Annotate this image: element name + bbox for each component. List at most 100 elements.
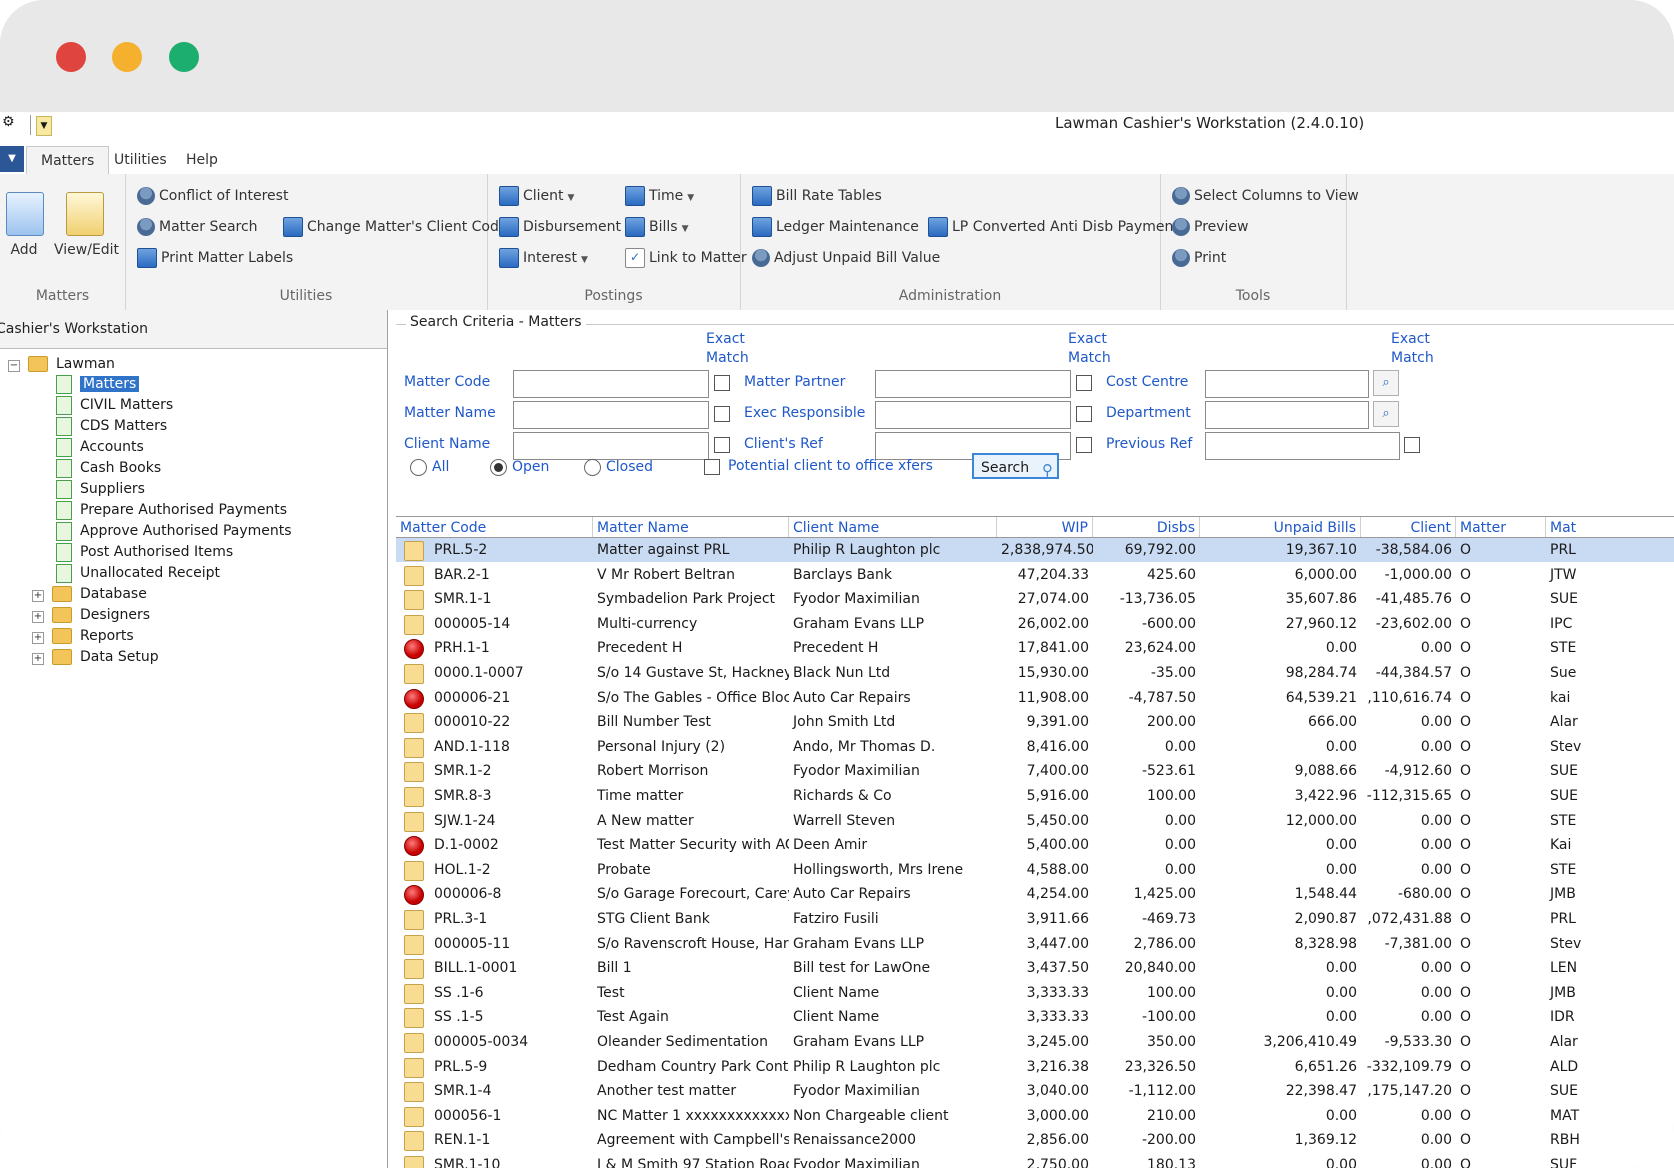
tree-item-cds-matters[interactable]: CDS Matters xyxy=(56,416,167,437)
table-row[interactable]: BILL.1-0001 Bill 1 Bill test for LawOne 3,4… xyxy=(396,956,1674,980)
file-menu-button[interactable]: ▼ xyxy=(0,146,24,172)
table-row[interactable]: 000005-11 S/o Ravenscroft House, Harr Grah… xyxy=(396,932,1674,956)
table-row[interactable]: SS .1-5 Test Again Client Name 3,333.33 -100… xyxy=(396,1005,1674,1029)
table-row[interactable]: BAR.2-1 V Mr Robert Beltran Barclays Bank 4… xyxy=(396,563,1674,587)
table-row[interactable]: AND.1-118 Personal Injury (2) Ando, Mr Tho… xyxy=(396,735,1674,759)
clients-ref-exact-checkbox[interactable] xyxy=(1076,437,1092,453)
tree-folder-data-setup[interactable]: Data Setup xyxy=(52,647,159,668)
table-row[interactable]: 000006-21 S/o The Gables - Office Block Au… xyxy=(396,686,1674,710)
col-header-client[interactable]: Client xyxy=(1361,517,1456,537)
tree-item-unallocated-receipt[interactable]: Unallocated Receipt xyxy=(56,563,220,584)
disbursement-posting-dropdown[interactable]: Disbursement▼ xyxy=(499,215,632,239)
matter-search-button[interactable]: Matter Search xyxy=(137,215,258,239)
app-icon[interactable]: ⚙ xyxy=(2,114,18,134)
search-button[interactable]: Search ⚲ xyxy=(972,453,1059,479)
cost-centre-lookup-icon[interactable]: ⌕ xyxy=(1373,370,1399,396)
table-row[interactable]: SMR.1-10 J & M Smith 97 Station Road Fyodo… xyxy=(396,1153,1674,1168)
matter-partner-exact-checkbox[interactable] xyxy=(1076,375,1092,391)
tree-item-matters[interactable]: Matters xyxy=(56,374,140,395)
expand-designers-icon[interactable]: + xyxy=(32,611,44,623)
table-row[interactable]: PRH.1-1 Precedent H Precedent H 17,841.00 23… xyxy=(396,636,1674,660)
table-row[interactable]: 000056-1 NC Matter 1 xxxxxxxxxxxxxxxxxNon… xyxy=(396,1104,1674,1128)
preview-button[interactable]: Preview xyxy=(1172,215,1249,239)
tree-folder-designers[interactable]: Designers xyxy=(52,605,150,626)
conflict-of-interest-button[interactable]: Conflict of Interest xyxy=(137,184,288,208)
col-header-mat[interactable]: Mat xyxy=(1546,517,1674,537)
view-edit-button[interactable]: View/Edit xyxy=(54,192,119,258)
status-all-radio[interactable] xyxy=(410,459,427,476)
tree-item-approve-payments[interactable]: Approve Authorised Payments xyxy=(56,521,292,542)
adjust-unpaid-bill-button[interactable]: Adjust Unpaid Bill Value xyxy=(752,246,940,270)
customize-toolbar-dropdown-icon[interactable]: ▼ xyxy=(36,116,52,136)
cost-centre-input[interactable] xyxy=(1205,370,1369,398)
expand-database-icon[interactable]: + xyxy=(32,590,44,602)
table-row[interactable]: 000005-14 Multi-currency Graham Evans LLP 2… xyxy=(396,612,1674,636)
potential-xfers-checkbox[interactable] xyxy=(704,459,720,475)
department-input[interactable] xyxy=(1205,401,1369,429)
table-row[interactable]: SMR.1-4 Another test matter Fyodor Maximil… xyxy=(396,1079,1674,1103)
add-button[interactable]: Add xyxy=(6,192,44,258)
lp-converted-button[interactable]: LP Converted Anti Disb Payment xyxy=(928,215,1179,239)
table-row[interactable]: 000010-22 Bill Number Test John Smith Ltd 9… xyxy=(396,710,1674,734)
tree-item-civil-matters[interactable]: CIVIL Matters xyxy=(56,395,173,416)
tree-item-suppliers[interactable]: Suppliers xyxy=(56,479,145,500)
exec-responsible-exact-checkbox[interactable] xyxy=(1076,406,1092,422)
ledger-maintenance-button[interactable]: Ledger Maintenance xyxy=(752,215,919,239)
select-columns-button[interactable]: Select Columns to View xyxy=(1172,184,1359,208)
time-posting-dropdown[interactable]: Time ▼ xyxy=(625,184,694,208)
matter-name-input[interactable] xyxy=(513,401,709,429)
expand-data-setup-icon[interactable]: + xyxy=(32,653,44,665)
col-header-disbs[interactable]: Disbs xyxy=(1093,517,1200,537)
previous-ref-input[interactable] xyxy=(1205,432,1400,460)
table-row[interactable]: SMR.8-3 Time matter Richards & Co 5,916.00 1… xyxy=(396,784,1674,808)
print-button[interactable]: Print xyxy=(1172,246,1226,270)
client-posting-dropdown[interactable]: Client ▼ xyxy=(499,184,574,208)
table-row[interactable]: SMR.1-1 Symbadelion Park Project Fyodor Ma… xyxy=(396,587,1674,611)
col-header-client-name[interactable]: Client Name xyxy=(789,517,997,537)
tree-item-prepare-payments[interactable]: Prepare Authorised Payments xyxy=(56,500,287,521)
matter-name-exact-checkbox[interactable] xyxy=(714,406,730,422)
department-lookup-icon[interactable]: ⌕ xyxy=(1373,401,1399,427)
expand-reports-icon[interactable]: + xyxy=(32,632,44,644)
col-header-matter[interactable]: Matter xyxy=(1456,517,1546,537)
print-matter-labels-button[interactable]: Print Matter Labels xyxy=(137,246,293,270)
tree-folder-reports[interactable]: Reports xyxy=(52,626,134,647)
table-row[interactable]: HOL.1-2 Probate Hollingsworth, Mrs Irene 4,… xyxy=(396,858,1674,882)
table-row[interactable]: PRL.3-1 STG Client Bank Fatziro Fusili 3,91… xyxy=(396,907,1674,931)
table-row[interactable]: SMR.1-2 Robert Morrison Fyodor Maximilian 7… xyxy=(396,759,1674,783)
tree-item-post-authorised[interactable]: Post Authorised Items xyxy=(56,542,233,563)
exec-responsible-input[interactable] xyxy=(875,401,1071,429)
link-to-matter-button[interactable]: ✓ Link to Matter xyxy=(625,246,747,270)
table-row[interactable]: REN.1-1 Agreement with Campbell's Renaissa… xyxy=(396,1128,1674,1152)
table-row[interactable]: PRL.5-2 Matter against PRL Philip R Laught… xyxy=(396,538,1674,562)
table-row[interactable]: 000005-0034 Oleander Sedimentation Graham … xyxy=(396,1030,1674,1054)
interest-posting-dropdown[interactable]: Interest ▼ xyxy=(499,246,588,270)
matter-partner-input[interactable] xyxy=(875,370,1071,398)
tab-utilities[interactable]: Utilities xyxy=(100,146,181,174)
tab-matters[interactable]: Matters xyxy=(26,146,110,176)
bill-rate-tables-button[interactable]: Bill Rate Tables xyxy=(752,184,882,208)
previous-ref-exact-checkbox[interactable] xyxy=(1404,437,1420,453)
tree-item-cash-books[interactable]: Cash Books xyxy=(56,458,161,479)
tree-node-lawman[interactable]: Lawman xyxy=(28,354,115,375)
tree-item-accounts[interactable]: Accounts xyxy=(56,437,144,458)
col-header-unpaid-bills[interactable]: Unpaid Bills xyxy=(1200,517,1361,537)
minimize-window-button[interactable] xyxy=(112,42,142,72)
change-client-code-button[interactable]: Change Matter's Client Code xyxy=(283,215,507,239)
collapse-lawman-icon[interactable]: − xyxy=(8,360,20,372)
col-header-matter-name[interactable]: Matter Name xyxy=(593,517,789,537)
status-closed-radio[interactable] xyxy=(584,459,601,476)
tree-folder-database[interactable]: Database xyxy=(52,584,147,605)
table-row[interactable]: 000006-8 S/o Garage Forecourt, Carey Auto … xyxy=(396,882,1674,906)
table-row[interactable]: PRL.5-9 Dedham Country Park Contr Philip R… xyxy=(396,1055,1674,1079)
table-row[interactable]: SJW.1-24 A New matter Warrell Steven 5,450.… xyxy=(396,809,1674,833)
col-header-wip[interactable]: WIP xyxy=(997,517,1093,537)
table-row[interactable]: D.1-0002 Test Matter Security with AG Deen… xyxy=(396,833,1674,857)
matter-code-exact-checkbox[interactable] xyxy=(714,375,730,391)
table-row[interactable]: SS .1-6 Test Client Name 3,333.33 100.00 0.00… xyxy=(396,981,1674,1005)
bills-posting-dropdown[interactable]: Bills ▼ xyxy=(625,215,689,239)
table-row[interactable]: 0000.1-0007 S/o 14 Gustave St, Hackney Bla… xyxy=(396,661,1674,685)
tab-help[interactable]: Help xyxy=(172,146,232,174)
status-open-radio[interactable] xyxy=(490,459,507,476)
client-name-input[interactable] xyxy=(513,432,709,460)
